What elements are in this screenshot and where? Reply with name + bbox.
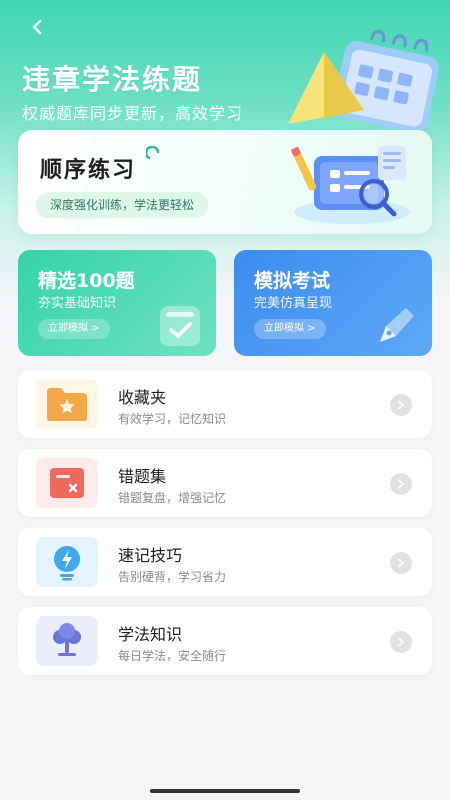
- law-knowledge-icon-box: [36, 616, 98, 666]
- mock-exam-card[interactable]: 模拟考试 完美仿真呈现 立即模拟 >: [234, 250, 432, 356]
- selected-100-subtitle: 夯实基础知识: [38, 296, 117, 311]
- chevron-left-icon: [32, 19, 42, 35]
- home-indicator[interactable]: [150, 789, 300, 793]
- favorites-subtitle: 有效学习，记忆知识: [118, 412, 227, 426]
- list-item-favorites[interactable]: 收藏夹 有效学习，记忆知识: [18, 370, 432, 438]
- selected-100-title: 精选100题: [38, 270, 135, 292]
- favorites-arrow-button[interactable]: [390, 394, 412, 416]
- mock-exam-subtitle: 完美仿真呈现: [254, 296, 333, 311]
- list-item-wrong-questions[interactable]: 错题集 错题复盘，增强记忆: [18, 449, 432, 517]
- chevron-right-icon: [398, 479, 404, 489]
- folder-star-icon: [47, 388, 87, 421]
- sequential-practice-badge: 深度强化训练，学法更轻松: [36, 192, 209, 218]
- list-item-law-knowledge[interactable]: 学法知识 每日学法，安全随行: [18, 607, 432, 675]
- sequential-practice-title: 顺序练习: [40, 158, 137, 183]
- title-decoration-icon: [146, 146, 160, 160]
- selected-100-start-button[interactable]: 立即模拟 >: [38, 319, 110, 339]
- calendar-triangle-illustration: [288, 30, 439, 133]
- mock-exam-title: 模拟考试: [254, 270, 331, 292]
- checklist-icon: [160, 306, 200, 346]
- wrong-questions-subtitle: 错题复盘，增强记忆: [118, 491, 227, 505]
- page-subtitle: 权威题库同步更新，高效学习: [22, 104, 244, 123]
- page-title: 违章学法练题: [22, 63, 203, 96]
- back-button[interactable]: [22, 12, 52, 42]
- law-knowledge-arrow-button[interactable]: [390, 631, 412, 653]
- lightbulb-icon: [54, 546, 80, 581]
- pen-icon: [380, 308, 414, 342]
- wrong-questions-title: 错题集: [118, 467, 167, 486]
- memory-tips-arrow-button[interactable]: [390, 552, 412, 574]
- sequential-practice-card[interactable]: 顺序练习 深度强化训练，学法更轻松: [18, 130, 432, 234]
- memory-tips-subtitle: 告别硬背，学习省力: [118, 570, 227, 584]
- mock-exam-start-button[interactable]: 立即模拟 >: [254, 319, 326, 339]
- wrong-card-icon: [50, 468, 84, 498]
- favorites-icon-box: [36, 379, 98, 429]
- memory-tips-title: 速记技巧: [118, 546, 183, 565]
- wrong-questions-arrow-button[interactable]: [390, 473, 412, 495]
- memory-tips-icon-box: [36, 537, 98, 587]
- document-magnifier-illustration: [291, 146, 410, 224]
- chevron-right-icon: [398, 637, 404, 647]
- tree-icon: [53, 623, 81, 656]
- law-knowledge-subtitle: 每日学法，安全随行: [118, 649, 227, 663]
- law-knowledge-title: 学法知识: [118, 625, 183, 644]
- favorites-title: 收藏夹: [118, 388, 167, 407]
- selected-100-card[interactable]: 精选100题 夯实基础知识 立即模拟 >: [18, 250, 216, 356]
- chevron-right-icon: [398, 558, 404, 568]
- list-item-memory-tips[interactable]: 速记技巧 告别硬背，学习省力: [18, 528, 432, 596]
- wrong-questions-icon-box: [36, 458, 98, 508]
- chevron-right-icon: [398, 400, 404, 410]
